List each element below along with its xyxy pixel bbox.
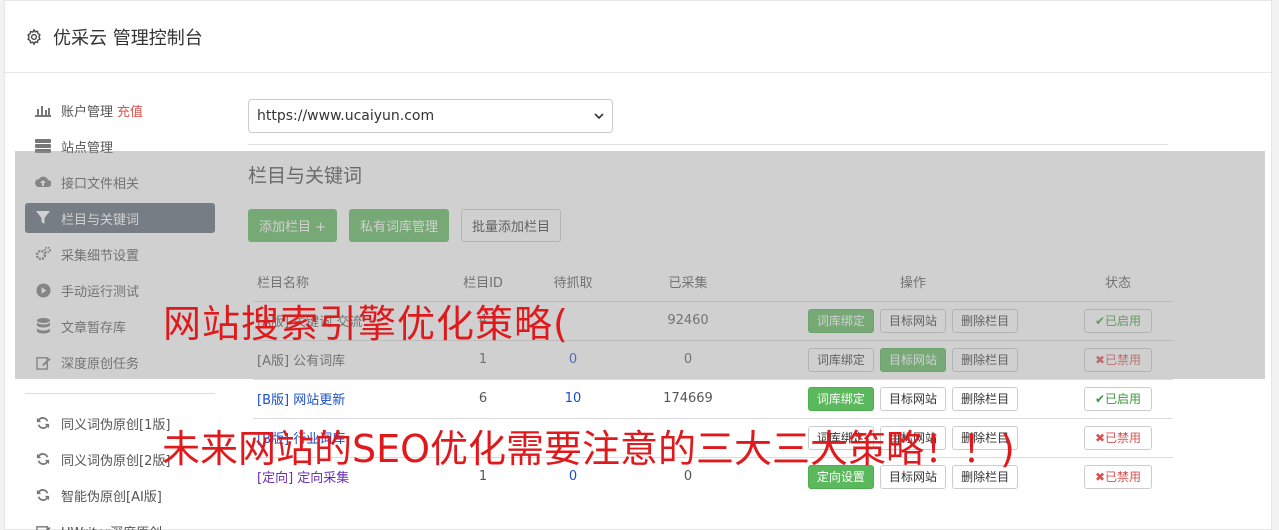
delete-column-button[interactable]: 删除栏目: [952, 347, 1019, 372]
sidebar-item-label: 采集细节设置: [61, 248, 140, 264]
refresh-icon: [35, 487, 51, 503]
edit-icon: [35, 523, 51, 530]
sidebar-item-columns[interactable]: 栏目与关键词: [25, 203, 215, 233]
site-select-value: https://www.ucaiyun.com: [257, 108, 435, 124]
row-collected: 174669: [613, 378, 763, 418]
page-title: 优采云 管理控制台: [53, 27, 203, 49]
sidebar-item-ai-rewrite[interactable]: 智能伪原创[AI版]: [25, 480, 215, 510]
status-disabled-badge[interactable]: ✖已禁用: [1083, 464, 1153, 489]
recharge-link[interactable]: 充值: [117, 101, 143, 120]
row-actions: 词库绑定 目标网站 删除栏目: [763, 339, 1063, 379]
section-title: 栏目与关键词: [248, 165, 363, 187]
row-status: ✖已禁用: [1063, 456, 1173, 496]
row-id: 6: [433, 378, 533, 418]
status-enabled-badge[interactable]: ✔已启用: [1083, 386, 1153, 411]
sidebar-item-label: 同义词伪原创[2版]: [61, 453, 171, 469]
lexicon-bind-button[interactable]: 词库绑定: [807, 386, 874, 411]
close-icon: ✖: [1094, 469, 1106, 484]
delete-column-button[interactable]: 删除栏目: [952, 386, 1019, 411]
close-icon: ✖: [1094, 430, 1106, 445]
chevron-down-icon: [594, 113, 604, 120]
site-select[interactable]: https://www.ucaiyun.com: [248, 99, 613, 133]
check-icon: ✔: [1094, 313, 1106, 328]
bar-chart-icon: [35, 102, 51, 118]
database-icon: [35, 318, 51, 334]
console-header: 优采云 管理控制台: [5, 1, 1271, 73]
sidebar-item-interface[interactable]: 接口文件相关: [25, 167, 215, 197]
col-header-status: 状态: [1104, 276, 1131, 292]
sidebar-item-label: 栏目与关键词: [61, 212, 140, 228]
status-disabled-badge[interactable]: ✖已禁用: [1083, 425, 1153, 450]
refresh-icon: [35, 451, 51, 467]
sidebar-item-uwriter[interactable]: UWriter深度原创: [25, 516, 215, 530]
sidebar-item-account[interactable]: 账户管理 充值: [25, 95, 215, 125]
sidebar-item-collect-settings[interactable]: 采集细节设置: [25, 239, 215, 269]
sidebar-item-label: 账户管理: [61, 104, 114, 120]
status-enabled-badge[interactable]: ✔已启用: [1083, 308, 1153, 333]
row-actions: 词库绑定 目标网站 删除栏目: [763, 300, 1063, 340]
gears-icon: [35, 246, 51, 262]
target-site-button[interactable]: 目标网站: [879, 386, 946, 411]
row-pending[interactable]: 10: [533, 378, 613, 418]
lexicon-bind-button[interactable]: 词库绑定: [807, 308, 874, 333]
sidebar-item-label: UWriter深度原创: [61, 522, 162, 530]
refresh-icon: [35, 415, 51, 431]
sidebar-item-label: 接口文件相关: [61, 176, 140, 192]
lexicon-bind-button[interactable]: 词库绑定: [807, 347, 874, 372]
row-status: ✔已启用: [1063, 300, 1173, 340]
row-actions: 词库绑定 目标网站 删除栏目: [763, 378, 1063, 418]
row-status: ✖已禁用: [1063, 339, 1173, 379]
row-collected: 92460: [613, 300, 763, 340]
filter-icon: [35, 210, 51, 226]
col-header-actions: 操作: [899, 276, 926, 292]
sidebar-item-deep-original[interactable]: 深度原创任务: [25, 347, 215, 377]
sidebar-item-label: 智能伪原创[AI版]: [61, 489, 162, 505]
edit-icon: [35, 354, 51, 370]
divider: [248, 144, 1168, 145]
row-status: ✔已启用: [1063, 378, 1173, 418]
delete-column-button[interactable]: 删除栏目: [952, 308, 1019, 333]
private-lexicon-button[interactable]: 私有词库管理: [349, 209, 450, 242]
col-header-collected: 已采集: [668, 276, 708, 292]
table-row: [B版] 网站更新 6 10 174669 词库绑定 目标网站 删除栏目 ✔已启…: [253, 378, 1173, 418]
server-icon: [35, 138, 51, 154]
sidebar-item-label: 同义词伪原创[1版]: [61, 417, 171, 433]
row-status: ✖已禁用: [1063, 417, 1173, 457]
batch-add-button[interactable]: 批量添加栏目: [461, 209, 562, 242]
play-circle-icon: [35, 282, 51, 298]
check-icon: ✔: [1094, 391, 1106, 406]
sidebar-item-sites[interactable]: 站点管理: [25, 131, 215, 161]
status-disabled-badge[interactable]: ✖已禁用: [1083, 347, 1153, 372]
add-column-button[interactable]: 添加栏目 +: [248, 209, 338, 242]
watermark-subheadline: 未来网站的SEO优化需要注意的三大三大策略！！): [162, 427, 1015, 471]
target-site-button[interactable]: 目标网站: [879, 308, 946, 333]
row-collected: 0: [613, 339, 763, 379]
sidebar-item-label: 深度原创任务: [61, 356, 140, 372]
watermark-headline: 网站搜索引擎优化策略(: [163, 302, 569, 346]
close-icon: ✖: [1094, 352, 1106, 367]
sidebar-item-label: 站点管理: [61, 140, 114, 156]
row-name[interactable]: [B版] 网站更新: [253, 378, 433, 418]
sidebar-item-label: 文章暂存库: [61, 320, 127, 336]
target-site-button[interactable]: 目标网站: [879, 347, 946, 372]
cloud-upload-icon: [35, 174, 51, 190]
gear-icon: [27, 28, 41, 45]
action-bar: 添加栏目 + 私有词库管理 批量添加栏目: [248, 209, 1168, 243]
sidebar-divider: [25, 393, 215, 394]
sidebar-item-label: 手动运行测试: [61, 284, 140, 300]
